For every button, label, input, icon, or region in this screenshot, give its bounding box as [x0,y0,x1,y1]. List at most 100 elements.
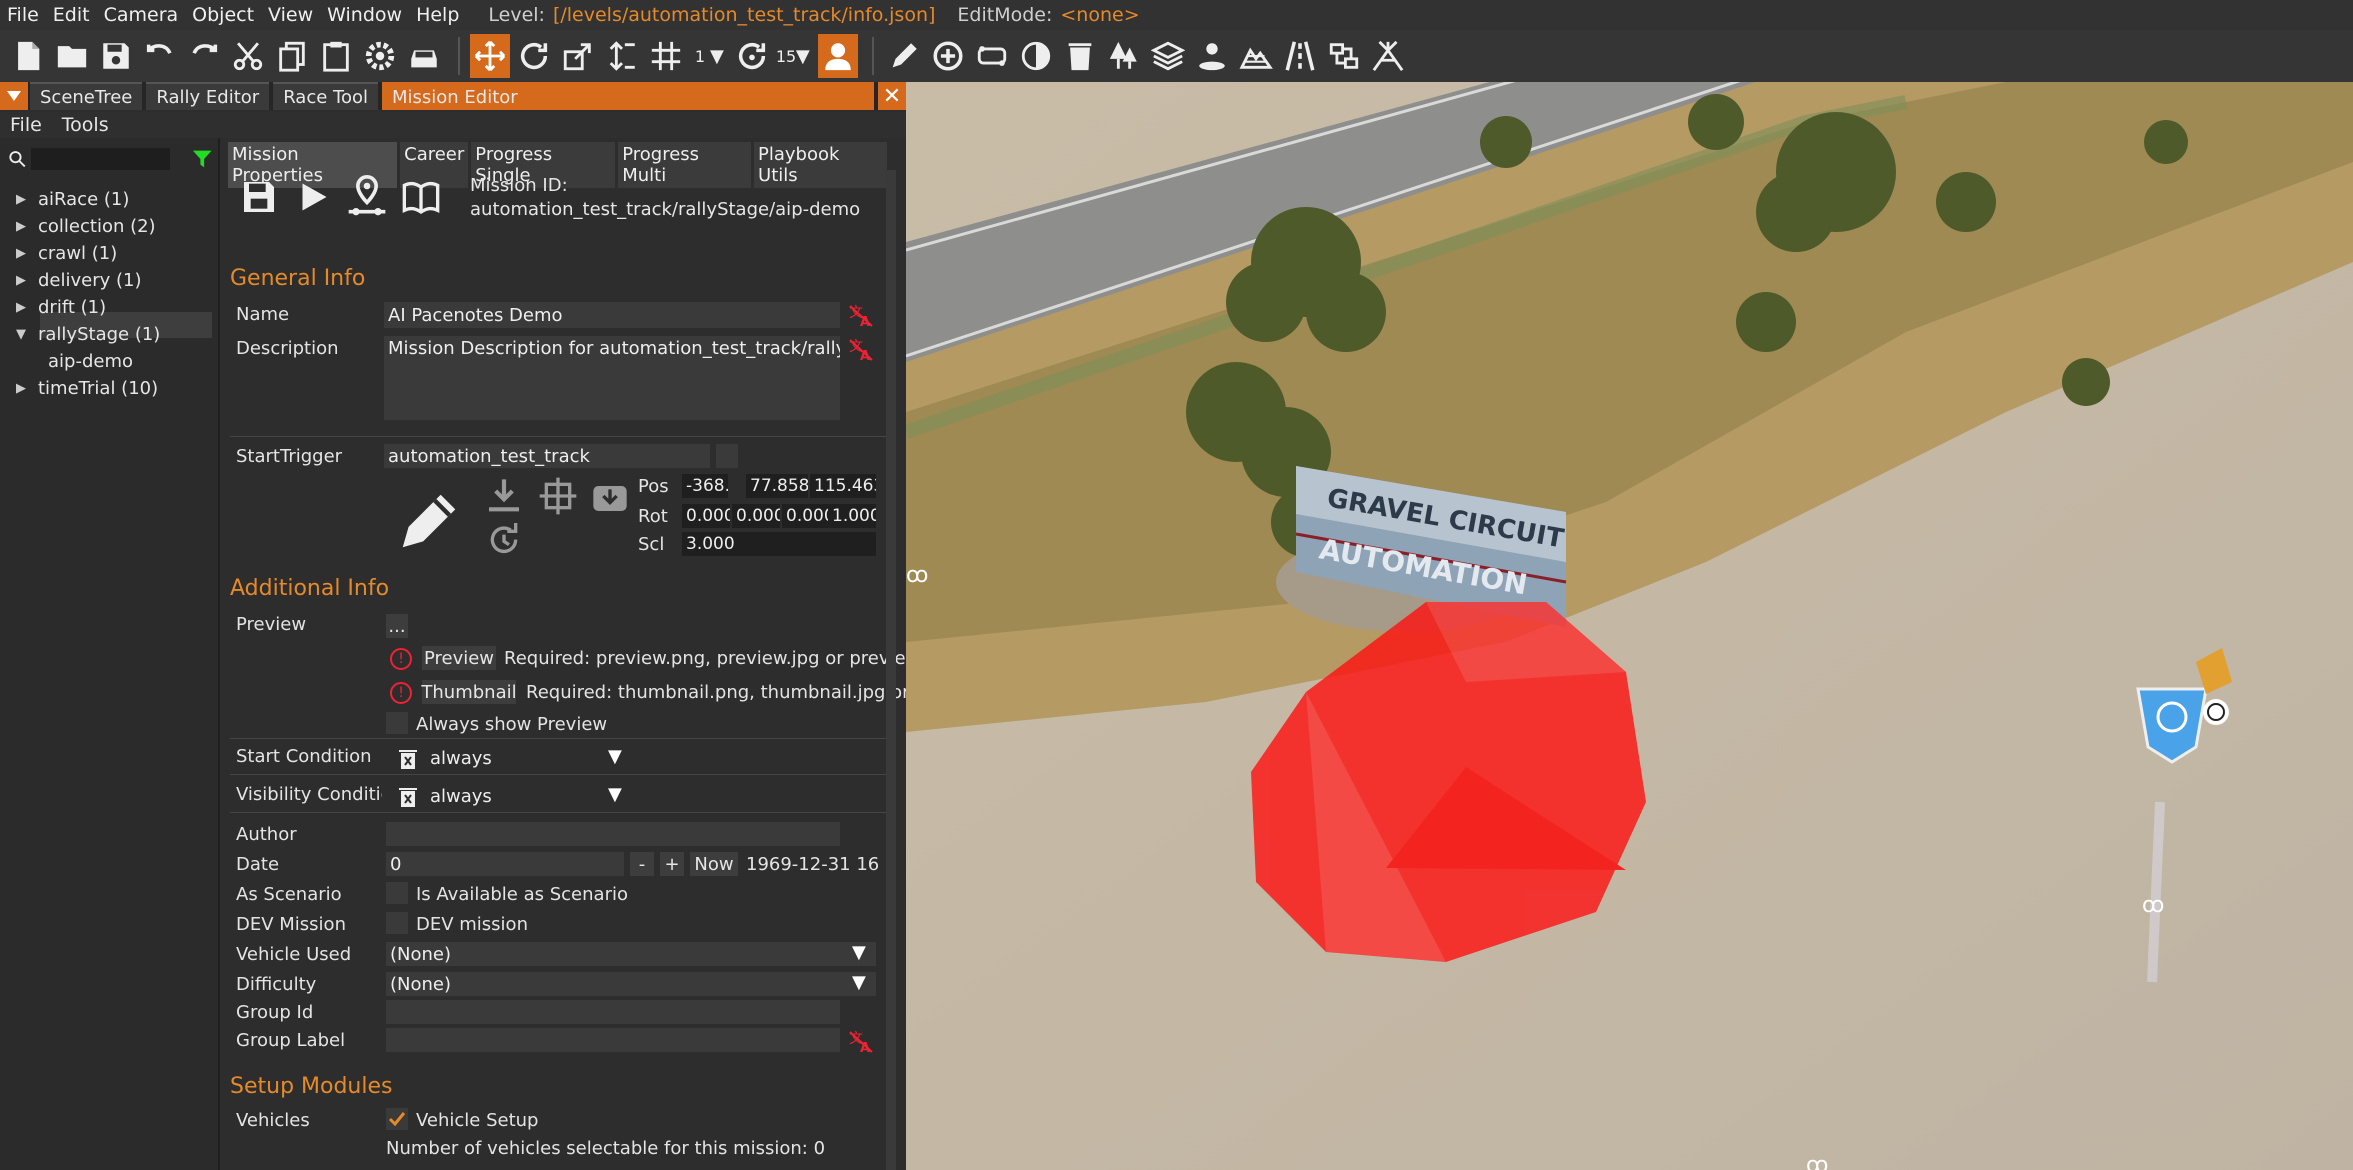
search-input[interactable] [30,148,171,170]
translate-icon[interactable]: 文A [848,1030,874,1054]
grid-icon[interactable] [646,34,686,78]
reset-rotation-icon[interactable] [484,518,524,558]
forest-icon[interactable] [1104,34,1144,78]
chevron-down-icon[interactable]: ▼ [608,784,622,805]
visibility-condition-select[interactable]: always [426,784,632,808]
tree-item-crawl[interactable]: ▶ crawl (1) [16,240,117,266]
menu-view[interactable]: View [261,4,320,26]
copy-icon[interactable] [272,34,312,78]
dev-mission-checkbox[interactable] [386,912,408,934]
date-input[interactable]: 0 [386,852,624,876]
vehicle-used-select[interactable]: (None) [386,942,876,966]
add-circle-icon[interactable] [928,34,968,78]
expand-arrow-icon[interactable]: ▶ [16,273,38,288]
name-input[interactable]: AI Pacenotes Demo [384,302,840,328]
rot-w-input[interactable]: 1.000 [828,504,876,528]
always-show-preview-checkbox[interactable] [386,712,408,734]
terrain-icon[interactable] [1236,34,1276,78]
menu-object[interactable]: Object [185,4,261,26]
translate-icon[interactable]: 文A [848,304,874,328]
pos-y-input[interactable]: 77.858 [746,474,808,498]
snap-height-icon[interactable] [602,34,642,78]
expand-arrow-icon[interactable]: ▶ [16,219,38,234]
layers-icon[interactable] [1148,34,1188,78]
trash-icon[interactable] [398,786,418,808]
group-label-input[interactable] [386,1028,840,1052]
collapse-arrow-icon[interactable]: ▼ [16,327,38,342]
pos-x-input[interactable]: -368.72 [682,474,728,498]
as-scenario-checkbox[interactable] [386,882,408,904]
road-lanes-icon[interactable] [1280,34,1320,78]
menu-file[interactable]: File [0,4,46,26]
tree-item-rallystage[interactable]: ▼ rallyStage (1) [16,321,160,347]
filter-icon[interactable] [192,148,213,170]
camera-to-object-icon[interactable] [590,476,630,516]
3d-viewport[interactable]: GRAVEL CIRCUIT AUTOMATION ꝏ ꝏ ꝏ [906,82,2353,1170]
rot-x-input[interactable]: 0.000 [682,504,730,528]
expand-arrow-icon[interactable]: ▶ [16,246,38,261]
scl-input[interactable]: 3.000 [682,532,876,556]
rot-z-input[interactable]: 0.000 [782,504,830,528]
date-minus-button[interactable]: - [630,852,654,876]
trash-icon[interactable] [398,748,418,770]
starttrigger-extra-button[interactable] [716,444,738,468]
save-icon[interactable] [96,34,136,78]
start-condition-select[interactable]: always [426,746,632,770]
preview-button[interactable]: Preview [422,646,496,670]
undo-icon[interactable] [140,34,180,78]
tree-item-collection[interactable]: ▶ collection (2) [16,213,156,239]
rot-y-input[interactable]: 0.000 [732,504,780,528]
rotate-snap-value[interactable]: 15 [776,47,796,66]
snap-value[interactable]: 1 [690,47,710,66]
save-icon[interactable] [232,172,286,222]
menu-window[interactable]: Window [320,4,409,26]
pencil-icon[interactable] [884,34,924,78]
play-icon[interactable] [286,172,340,222]
new-file-icon[interactable] [8,34,48,78]
road-icon[interactable] [972,34,1012,78]
translate-icon[interactable] [470,34,510,78]
chevron-down-icon[interactable]: ▼ [852,942,866,963]
chevron-down-icon[interactable]: ▼ [852,972,866,993]
person-place-icon[interactable] [1192,34,1232,78]
rotate-dropdown-icon[interactable]: ▼ [796,46,810,67]
expand-arrow-icon[interactable]: ▶ [16,300,38,315]
rotate-icon[interactable] [514,34,554,78]
starttrigger-input[interactable]: automation_test_track [384,444,710,468]
edit-pencil-icon[interactable] [394,486,464,556]
terrain-paint-icon[interactable] [1016,34,1056,78]
date-now-button[interactable]: Now [690,852,738,876]
tree-item-aip-demo[interactable]: aip-demo [48,348,133,374]
date-plus-button[interactable]: + [660,852,684,876]
panel-menu-file[interactable]: File [0,114,52,136]
tree-item-drift[interactable]: ▶ drift (1) [16,294,106,320]
difficulty-select[interactable]: (None) [386,972,876,996]
camera-person-icon[interactable] [817,34,858,78]
editor-scrollbar[interactable] [886,170,896,1170]
vehicle-icon[interactable] [404,34,444,78]
open-folder-icon[interactable] [52,34,92,78]
tree-item-timetrial[interactable]: ▶ timeTrial (10) [16,375,158,401]
preview-browse-button[interactable]: ... [386,614,408,638]
tree-item-airace[interactable]: ▶ aiRace (1) [16,186,129,212]
tab-menu-icon[interactable] [0,82,28,110]
location-pin-icon[interactable] [340,172,394,222]
delete-icon[interactable] [1060,34,1100,78]
pos-z-input[interactable]: 115.463 [810,474,876,498]
mesh-icon[interactable] [1368,34,1408,78]
paste-icon[interactable] [316,34,356,78]
tab-scenetree[interactable]: SceneTree [30,82,143,110]
cut-icon[interactable] [228,34,268,78]
book-icon[interactable] [394,172,448,222]
menu-camera[interactable]: Camera [97,4,186,26]
vehicle-setup-checkbox[interactable] [386,1108,408,1130]
scale-icon[interactable] [558,34,598,78]
menu-help[interactable]: Help [409,4,466,26]
snap-dropdown-icon[interactable]: ▼ [710,46,724,67]
angle-snap-icon[interactable] [732,34,772,78]
drop-to-ground-icon[interactable] [484,476,524,516]
panel-menu-tools[interactable]: Tools [52,114,119,136]
expand-arrow-icon[interactable]: ▶ [16,381,38,396]
redo-icon[interactable] [184,34,224,78]
expand-arrow-icon[interactable]: ▶ [16,192,38,207]
